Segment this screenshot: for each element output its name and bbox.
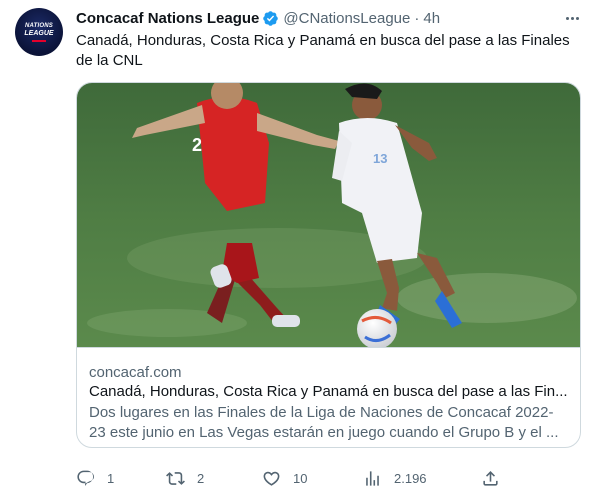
- card-domain: concacaf.com: [89, 364, 182, 381]
- account-name[interactable]: Concacaf Nations League: [76, 10, 259, 27]
- card-photo[interactable]: 2 13: [77, 83, 580, 347]
- more-dot: [570, 16, 574, 20]
- tweet-timestamp[interactable]: 4h: [423, 10, 440, 27]
- water-splash: [397, 273, 577, 323]
- card-description: Dos lugares en las Finales de la Liga de…: [89, 404, 559, 441]
- views-icon: [363, 469, 382, 488]
- tweet[interactable]: NATIONS LEAGUE Concacaf Nations League @…: [0, 0, 600, 502]
- views-count: 2.196: [394, 470, 427, 486]
- tweet-actions: 1 2 10 2.196: [76, 466, 516, 490]
- link-card[interactable]: 2 13 concacaf.com Canadá, Honduras, Cost…: [76, 82, 581, 448]
- card-title: Canadá, Honduras, Costa Rica y Panamá en…: [89, 383, 568, 400]
- views-button[interactable]: 2.196: [363, 466, 427, 490]
- tweet-header: Concacaf Nations League @CNationsLeague …: [76, 8, 440, 28]
- player-white-number: 13: [373, 151, 387, 166]
- more-options-icon[interactable]: [562, 10, 582, 26]
- verified-badge-icon[interactable]: [262, 10, 279, 27]
- retweet-icon: [166, 469, 185, 488]
- more-dot: [565, 16, 569, 20]
- reply-button[interactable]: 1: [76, 466, 114, 490]
- retweet-count: 2: [197, 470, 205, 486]
- avatar-logo-text-2: LEAGUE: [24, 29, 54, 37]
- share-button[interactable]: [481, 466, 500, 490]
- player-red-number: 2: [192, 135, 202, 155]
- like-icon: [262, 469, 281, 488]
- like-count: 10: [293, 470, 308, 486]
- reply-icon: [76, 469, 95, 488]
- more-dot: [575, 16, 579, 20]
- retweet-button[interactable]: 2: [166, 466, 204, 490]
- reply-count: 1: [107, 470, 115, 486]
- avatar[interactable]: NATIONS LEAGUE: [15, 8, 63, 56]
- header-separator: ·: [414, 9, 420, 27]
- account-handle[interactable]: @CNationsLeague: [283, 10, 410, 27]
- like-button[interactable]: 10: [262, 466, 307, 490]
- tweet-text: Canadá, Honduras, Costa Rica y Panamá en…: [76, 32, 570, 69]
- avatar-logo-bar: [32, 39, 46, 42]
- avatar-logo-text-1: NATIONS: [25, 22, 53, 29]
- card-meta[interactable]: concacaf.com Canadá, Honduras, Costa Ric…: [77, 347, 580, 447]
- share-icon: [481, 469, 500, 488]
